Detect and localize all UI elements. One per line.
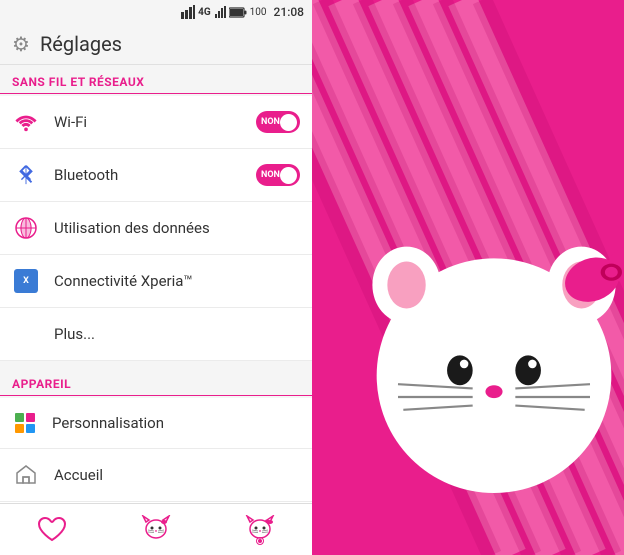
- wifi-icon: [15, 111, 37, 133]
- signal-type: 4G: [198, 7, 211, 18]
- bottom-nav: [0, 503, 312, 555]
- hello-kitty-image: [334, 205, 624, 525]
- home-label: Accueil: [54, 466, 300, 484]
- kitty-apps-icon: [242, 515, 278, 545]
- status-time: 21:08: [274, 5, 304, 19]
- section-header-device: APPAREIL: [0, 367, 312, 396]
- wifi-item[interactable]: Wi-Fi NON: [0, 96, 312, 149]
- wifi-toggle-knob: [280, 114, 297, 131]
- wifi-icon-container: [12, 108, 40, 136]
- back-button[interactable]: [22, 510, 82, 550]
- data-usage-icon-container: [12, 214, 40, 242]
- bluetooth-icon: [15, 164, 37, 186]
- more-icon-container: [12, 320, 40, 348]
- home-item[interactable]: Accueil: [0, 449, 312, 502]
- page-title: Réglages: [40, 32, 122, 56]
- data-usage-item[interactable]: Utilisation des données: [0, 202, 312, 255]
- wifi-status-icon: [214, 6, 226, 18]
- home-icon: [14, 463, 38, 487]
- xperia-item[interactable]: X Connectivité Xperia™: [0, 255, 312, 308]
- bluetooth-toggle[interactable]: NON: [256, 164, 300, 186]
- title-bar: ⚙ Réglages: [0, 24, 312, 65]
- signal-icon: [181, 5, 195, 19]
- more-label: Plus...: [54, 325, 300, 343]
- xperia-icon-container: X: [12, 267, 40, 295]
- battery-level: 100: [250, 7, 267, 18]
- settings-icon: ⚙: [12, 32, 30, 56]
- bluetooth-toggle-label: NON: [261, 170, 280, 180]
- home-icon-container: [12, 461, 40, 489]
- bluetooth-label: Bluetooth: [54, 166, 256, 184]
- personalize-icon: [13, 411, 37, 435]
- wallpaper-panel: [312, 0, 624, 555]
- data-usage-icon: [14, 216, 38, 240]
- apps-kitty-button[interactable]: [230, 510, 290, 550]
- section-header-network: SANS FIL ET RÉSEAUX: [0, 65, 312, 94]
- bluetooth-icon-container: [12, 161, 40, 189]
- wifi-label: Wi-Fi: [54, 113, 256, 131]
- wifi-toggle[interactable]: NON: [256, 111, 300, 133]
- back-icon: [37, 516, 67, 544]
- home-kitty-button[interactable]: [126, 510, 186, 550]
- settings-list: SANS FIL ET RÉSEAUX Wi-Fi NON: [0, 65, 312, 503]
- personalization-item[interactable]: Personnalisation: [0, 398, 312, 449]
- personalization-label: Personnalisation: [52, 414, 300, 432]
- xperia-label: Connectivité Xperia™: [54, 272, 300, 290]
- battery-icon: [229, 7, 247, 18]
- bluetooth-toggle-knob: [280, 167, 297, 184]
- xperia-icon: X: [14, 269, 38, 293]
- settings-panel: 4G 100 21:08 ⚙ Réglages SANS FIL ET RÉSE: [0, 0, 312, 555]
- data-usage-label: Utilisation des données: [54, 219, 300, 237]
- more-item[interactable]: Plus...: [0, 308, 312, 361]
- status-bar: 4G 100 21:08: [0, 0, 312, 24]
- wifi-toggle-label: NON: [261, 117, 280, 127]
- kitty-home-icon: [138, 515, 174, 545]
- status-icons: 4G 100 21:08: [181, 5, 304, 19]
- personalization-icon: [12, 410, 38, 436]
- bluetooth-item[interactable]: Bluetooth NON: [0, 149, 312, 202]
